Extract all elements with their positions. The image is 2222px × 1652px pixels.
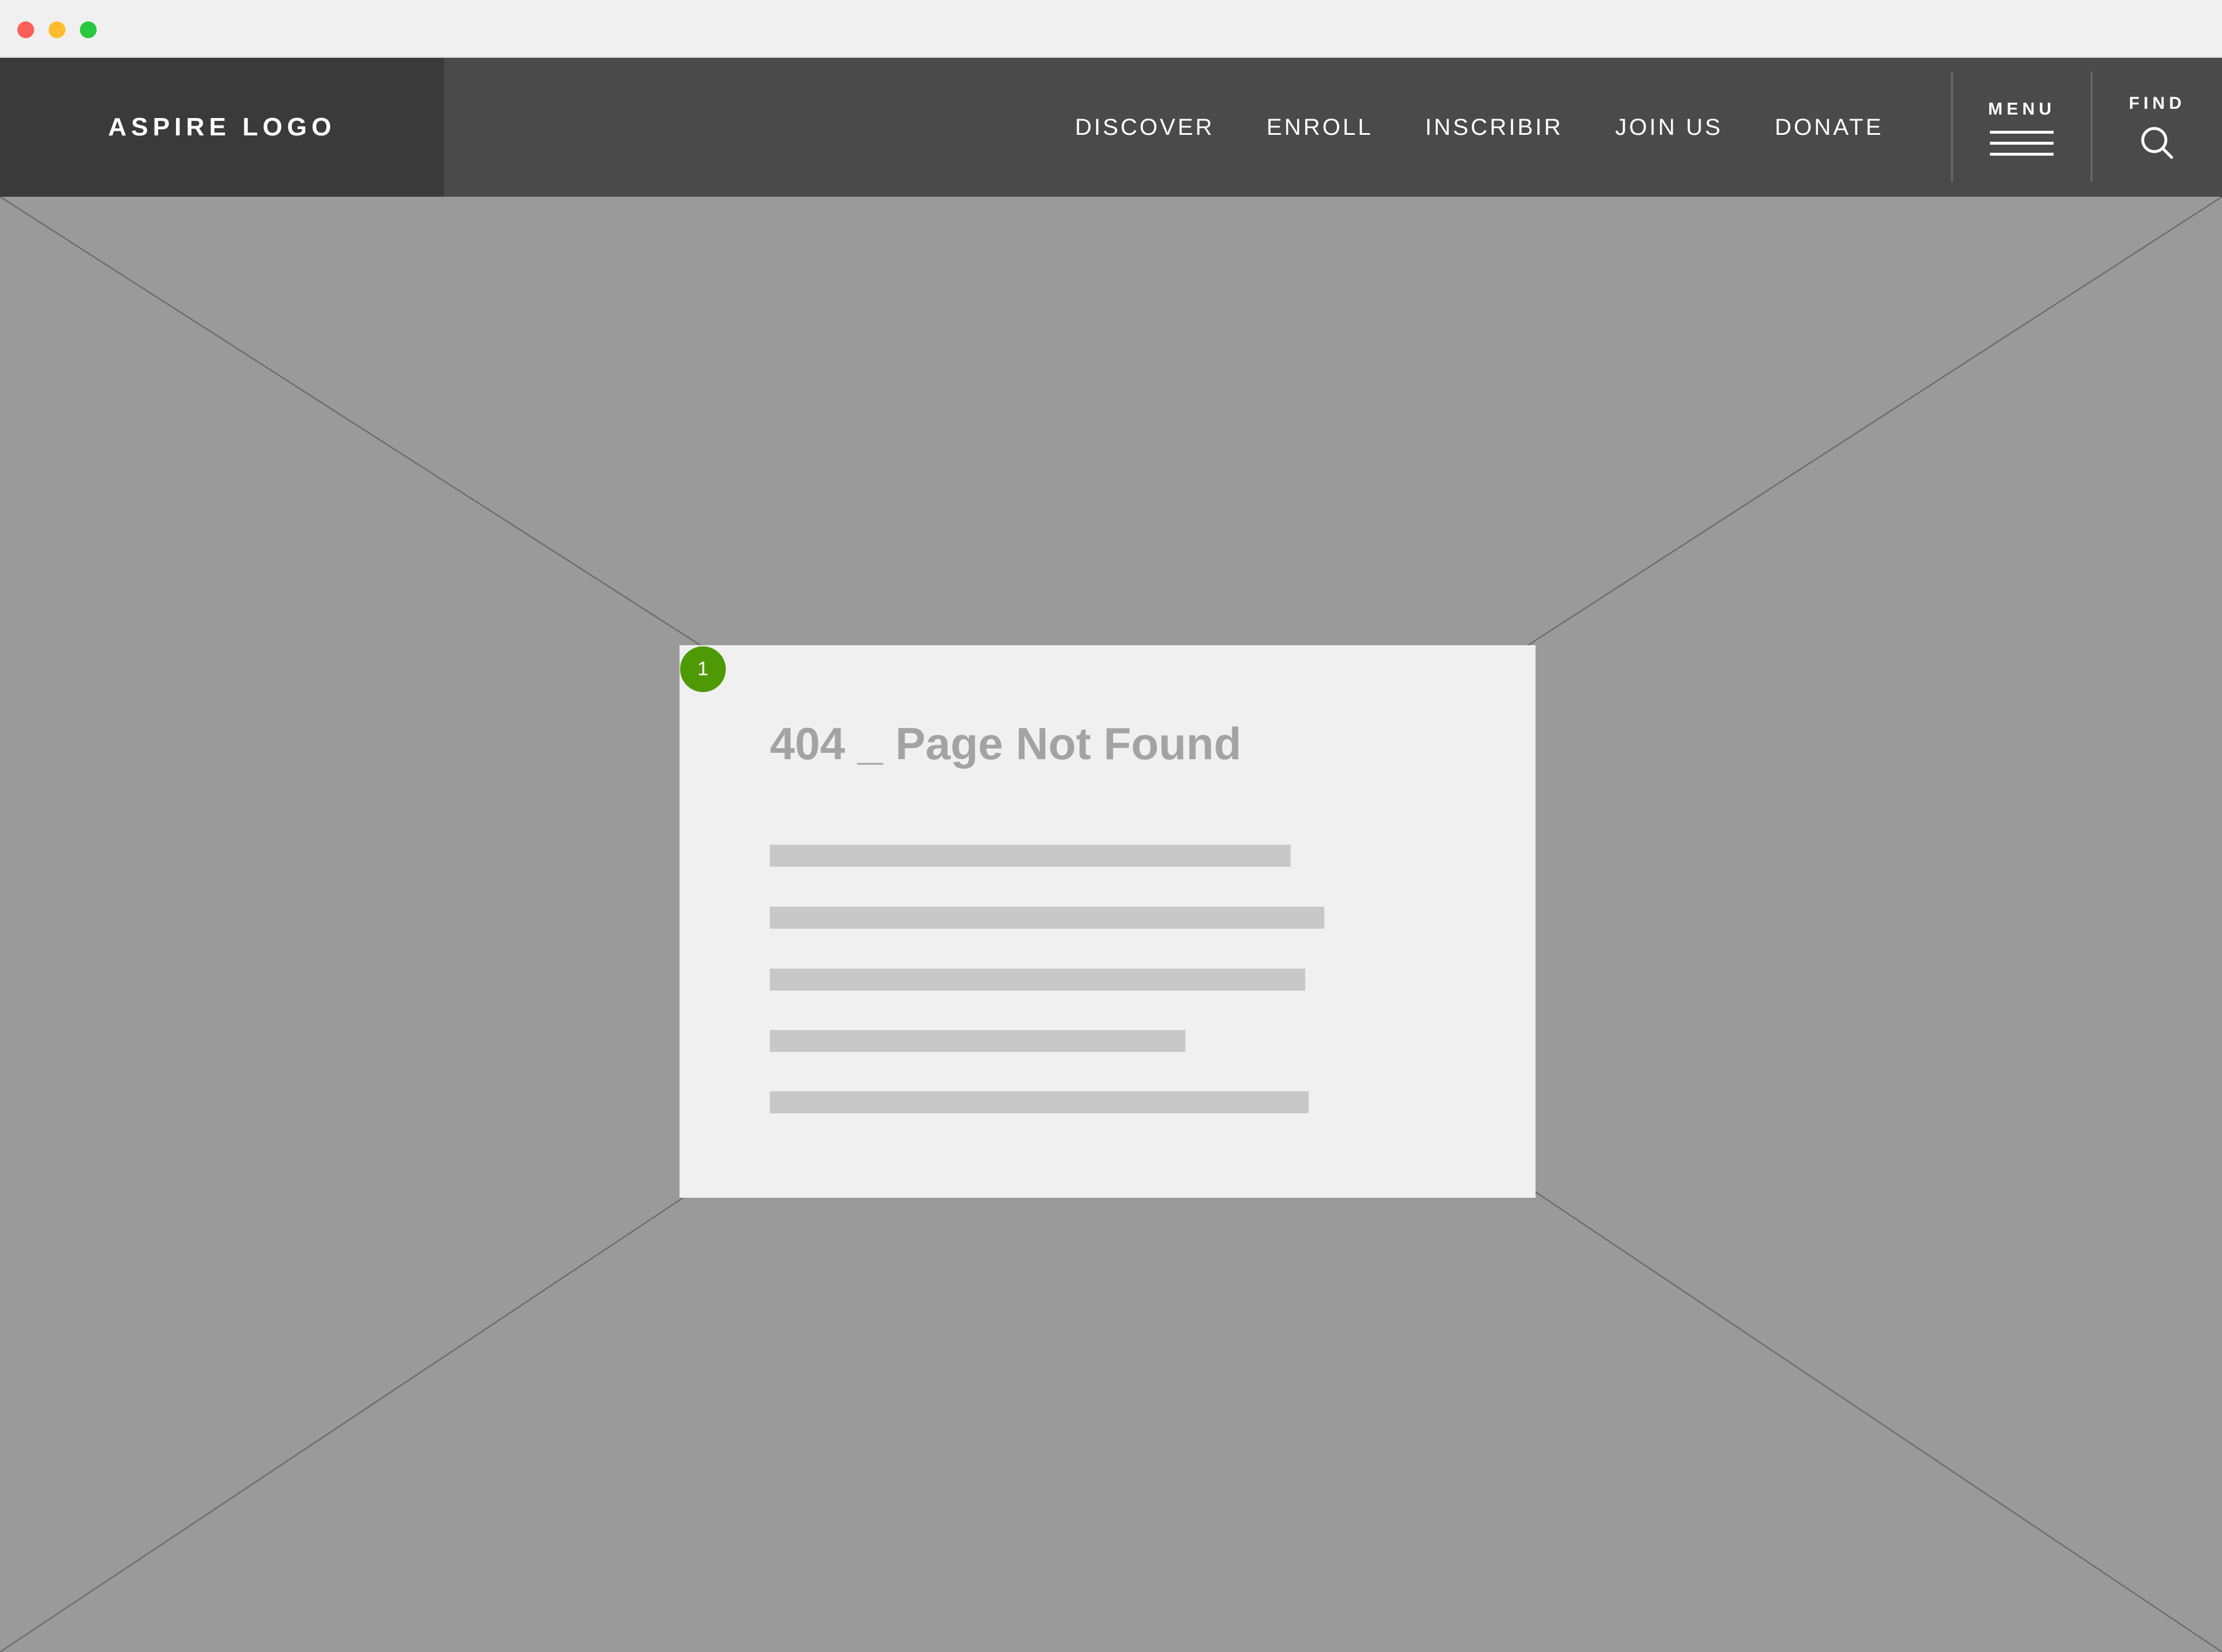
annotation-badge: 1 bbox=[680, 646, 726, 692]
menu-button[interactable]: MENU bbox=[1953, 58, 2091, 197]
minimize-window-icon[interactable] bbox=[49, 21, 65, 38]
error-card: 404 _ Page Not Found bbox=[680, 645, 1536, 1198]
maximize-window-icon[interactable] bbox=[80, 21, 97, 38]
nav-link-inscribir[interactable]: INSCRIBIR bbox=[1425, 115, 1563, 141]
find-button[interactable]: FIND bbox=[2092, 58, 2222, 197]
text-placeholder-line bbox=[770, 1030, 1185, 1052]
nav-link-discover[interactable]: DISCOVER bbox=[1075, 115, 1214, 141]
text-placeholder-line bbox=[770, 907, 1324, 929]
logo-text: ASPIRE LOGO bbox=[108, 113, 336, 141]
browser-titlebar bbox=[0, 0, 2222, 58]
hamburger-icon bbox=[1990, 130, 2054, 156]
logo-link[interactable]: ASPIRE LOGO bbox=[0, 58, 444, 197]
text-placeholder-line bbox=[770, 969, 1305, 991]
menu-label: MENU bbox=[1988, 99, 2056, 119]
site-navbar: ASPIRE LOGO DISCOVER ENROLL INSCRIBIR JO… bbox=[0, 58, 2222, 197]
main-nav: DISCOVER ENROLL INSCRIBIR JOIN US DONATE bbox=[1075, 58, 1883, 197]
nav-link-enroll[interactable]: ENROLL bbox=[1266, 115, 1373, 141]
find-label: FIND bbox=[2129, 94, 2186, 113]
search-icon bbox=[2141, 127, 2173, 159]
page-title: 404 _ Page Not Found bbox=[770, 718, 1242, 769]
text-placeholder-line bbox=[770, 1091, 1309, 1113]
close-window-icon[interactable] bbox=[17, 21, 34, 38]
nav-link-donate[interactable]: DONATE bbox=[1775, 115, 1883, 141]
text-placeholder-line bbox=[770, 845, 1291, 867]
nav-link-join-us[interactable]: JOIN US bbox=[1615, 115, 1722, 141]
